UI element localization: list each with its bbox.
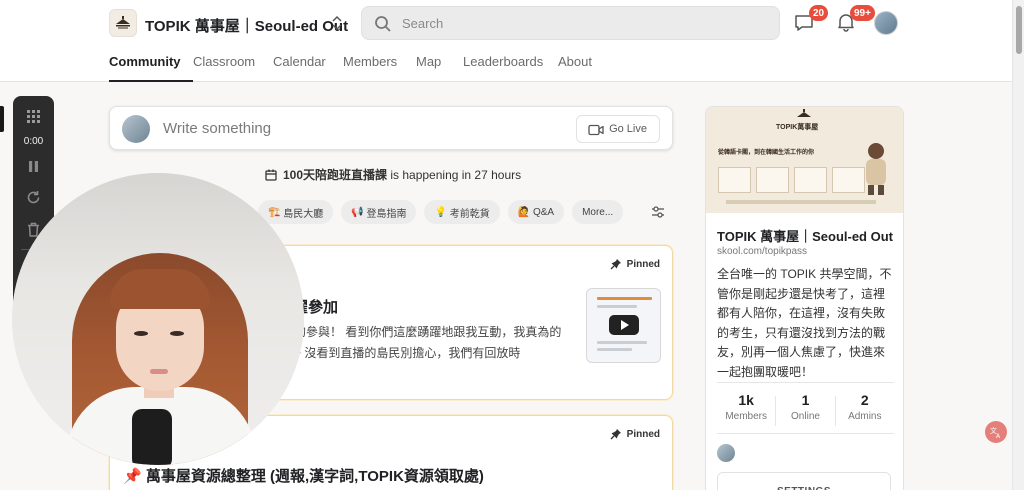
stat-label: Admins <box>848 411 882 422</box>
tab-map[interactable]: Map <box>416 54 463 82</box>
chat-badge: 20 <box>809 5 829 21</box>
post-title[interactable]: 📌 萬事屋資源總整理 (週報,漢字詞,TOPIK資源領取處) <box>123 465 484 486</box>
admin-avatar[interactable] <box>717 444 735 462</box>
thumb-header <box>597 297 652 300</box>
webcam-person-eye <box>170 331 184 336</box>
banner-feature-card <box>756 167 789 193</box>
user-avatar[interactable] <box>874 11 898 35</box>
banner-illustration <box>866 143 886 195</box>
composer-avatar <box>122 115 150 143</box>
chip-tips[interactable]: 💡 考前乾貨 <box>424 200 500 224</box>
pinned-text: Pinned <box>626 258 660 270</box>
chip-more[interactable]: More... <box>572 200 624 224</box>
chip-icon: 💡 <box>434 206 447 218</box>
stat-value: 1k <box>738 392 754 408</box>
tab-about[interactable]: About <box>558 54 598 82</box>
video-thumbnail[interactable] <box>586 288 661 363</box>
chip-label: Q&A <box>532 206 555 218</box>
webcam-person-mouth <box>150 369 168 374</box>
lamp-logo-icon <box>116 16 130 29</box>
search-input[interactable] <box>402 7 762 39</box>
thumb-line <box>597 305 637 308</box>
notification-badge: 99+ <box>850 5 875 21</box>
go-live-button[interactable]: Go Live <box>576 115 660 143</box>
post-composer[interactable]: Write something Go Live <box>109 106 673 150</box>
stat-admins[interactable]: 2 Admins <box>836 392 894 426</box>
group-stats: 1k Members 1 Online 2 Admins <box>717 392 894 426</box>
recording-timer: 0:00 <box>23 136 44 147</box>
svg-text:A: A <box>996 433 1001 439</box>
chip-label: More... <box>582 206 614 218</box>
pin-icon <box>610 429 621 440</box>
stat-label: Online <box>791 411 820 422</box>
group-url[interactable]: skool.com/topikpass <box>717 246 807 257</box>
scrollbar-thumb[interactable] <box>1016 6 1022 54</box>
webcam-overlay[interactable] <box>12 173 304 465</box>
webcam-person-bangs <box>110 269 210 309</box>
thumb-line <box>597 341 647 344</box>
play-icon[interactable] <box>609 315 639 335</box>
banner-footer <box>726 200 876 204</box>
pin-icon <box>610 259 621 270</box>
banner-feature-card <box>794 167 827 193</box>
chevron-up-down-icon[interactable] <box>331 14 343 32</box>
filter-settings-icon[interactable] <box>650 204 666 220</box>
composer-placeholder[interactable]: Write something <box>163 120 271 137</box>
banner-feature-card <box>718 167 751 193</box>
webcam-person-eye <box>134 331 148 336</box>
chip-icon: 🙋 <box>517 206 531 218</box>
stat-online[interactable]: 1 Online <box>776 392 834 426</box>
group-about-card: TOPIK萬事屋 從韓語卡關，到在韓國生活工作的你 TOPIK 萬事屋｜Seou… <box>705 106 904 490</box>
banner-title: TOPIK萬事屋 <box>776 124 819 131</box>
tab-community[interactable]: Community <box>109 54 193 82</box>
main-nav: Community Classroom Calendar Members Map… <box>109 54 598 82</box>
tab-leaderboards[interactable]: Leaderboards <box>463 54 558 82</box>
search-bar[interactable] <box>361 6 780 40</box>
settings-button[interactable]: SETTINGS <box>717 472 891 490</box>
divider <box>717 382 894 383</box>
search-icon <box>375 16 391 32</box>
divider <box>717 433 894 434</box>
translate-button[interactable]: 文 A <box>985 421 1007 443</box>
chip-qa[interactable]: 🙋 Q&A <box>507 200 565 224</box>
banner-tagline: 從韓語卡關，到在韓國生活工作的你 <box>718 150 815 156</box>
recorder-edge-handle[interactable] <box>0 106 4 132</box>
category-filter: 🏗️ 島民大廳 📢 登島指南 💡 考前乾貨 🙋 Q&A More... <box>258 200 624 224</box>
go-live-label: Go Live <box>609 123 647 135</box>
pinned-text: Pinned <box>626 428 660 440</box>
video-camera-icon <box>588 124 604 136</box>
page-scrollbar[interactable] <box>1012 0 1024 490</box>
stat-value: 2 <box>860 392 869 408</box>
chip-label: 考前乾貨 <box>449 208 490 220</box>
group-name: TOPIK 萬事屋｜Seoul-ed Out <box>717 229 893 244</box>
stat-label: Members <box>725 411 767 422</box>
stat-members[interactable]: 1k Members <box>717 392 775 426</box>
group-title[interactable]: TOPIK 萬事屋｜Seoul-ed Out <box>145 15 348 36</box>
stat-value: 1 <box>801 392 810 408</box>
chip-guide[interactable]: 📢 登島指南 <box>341 200 417 224</box>
post-excerpt: 今天的參與！ 看到你們這麼踴躍地跟我互動，我真為的收穫~ 沒看到直播的島民別擔心… <box>270 325 562 360</box>
group-logo[interactable] <box>109 9 137 37</box>
group-description: 全台唯一的 TOPIK 共學空間，不管你是剛起步還是快考了，這裡都有人陪你，在這… <box>717 267 892 379</box>
chip-label: 登島指南 <box>366 208 407 220</box>
group-banner[interactable]: TOPIK萬事屋 從韓語卡關，到在韓國生活工作的你 <box>706 107 903 213</box>
drag-grid-icon[interactable] <box>25 108 42 125</box>
top-header: TOPIK 萬事屋｜Seoul-ed Out 20 99+ Community … <box>0 0 1012 82</box>
tab-classroom[interactable]: Classroom <box>193 54 273 82</box>
pinned-label: Pinned <box>610 428 660 440</box>
webcam-microphone <box>132 409 172 465</box>
event-suffix: is happening in 27 hours <box>387 168 522 182</box>
tab-calendar[interactable]: Calendar <box>273 54 343 82</box>
lamp-logo-icon <box>797 109 811 117</box>
tab-members[interactable]: Members <box>343 54 416 82</box>
chip-icon: 📢 <box>351 206 364 218</box>
thumb-line <box>597 348 632 351</box>
pinned-label: Pinned <box>610 258 660 270</box>
translate-icon: 文 A <box>990 426 1001 439</box>
